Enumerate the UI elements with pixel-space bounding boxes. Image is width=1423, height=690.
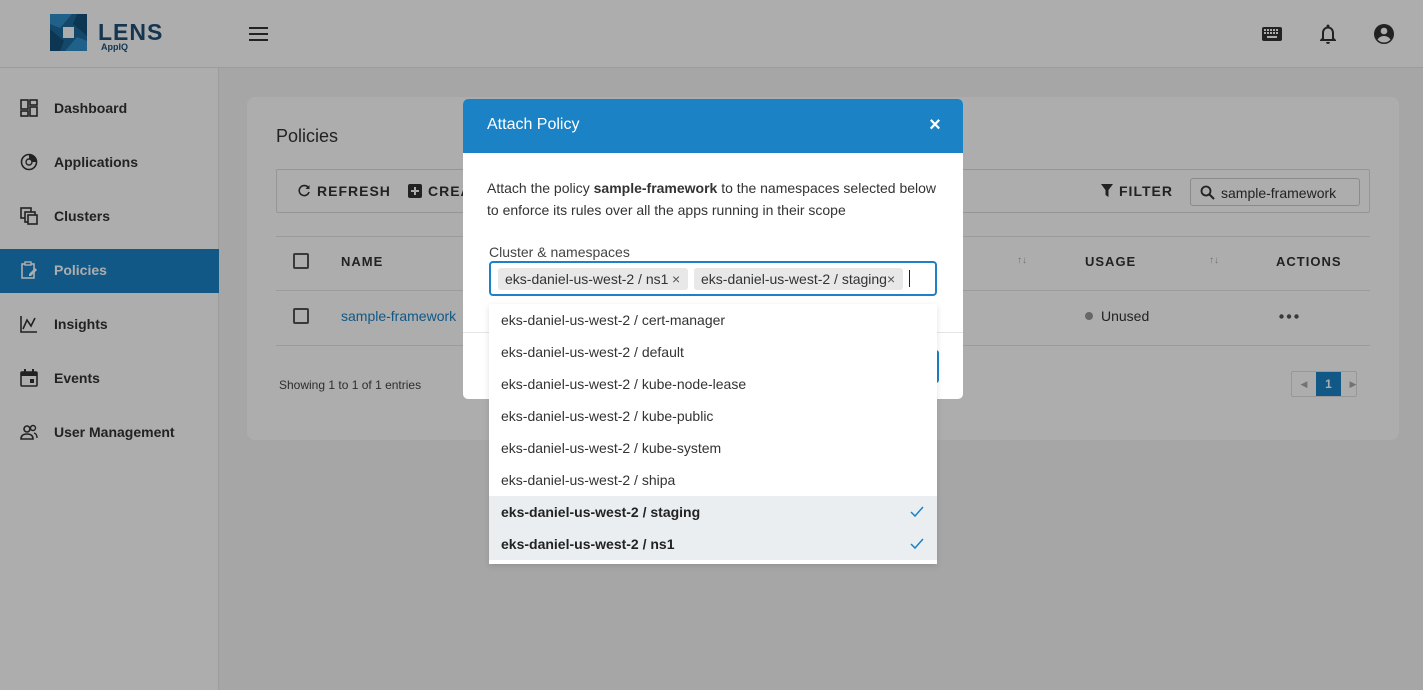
description-policy-name: sample-framework bbox=[593, 180, 718, 196]
dialog-header: Attach Policy × bbox=[463, 99, 963, 153]
chip-remove-icon[interactable]: × bbox=[887, 268, 895, 290]
dialog-description: Attach the policy sample-framework to th… bbox=[487, 177, 947, 221]
option-label: eks-daniel-us-west-2 / cert-manager bbox=[501, 312, 726, 328]
checkmark-icon bbox=[910, 538, 924, 550]
option-kube-public[interactable]: eks-daniel-us-west-2 / kube-public bbox=[489, 400, 937, 432]
close-icon[interactable]: × bbox=[927, 115, 943, 135]
dialog-title: Attach Policy bbox=[487, 116, 580, 133]
chip-label: eks-daniel-us-west-2 / staging bbox=[701, 271, 887, 287]
namespaces-multiselect[interactable]: eks-daniel-us-west-2 / ns1 × eks-daniel-… bbox=[489, 261, 937, 296]
text-cursor bbox=[909, 270, 910, 287]
option-label: eks-daniel-us-west-2 / shipa bbox=[501, 472, 676, 488]
option-staging[interactable]: eks-daniel-us-west-2 / staging bbox=[489, 496, 937, 528]
option-shipa[interactable]: eks-daniel-us-west-2 / shipa bbox=[489, 464, 937, 496]
option-label: eks-daniel-us-west-2 / ns1 bbox=[501, 536, 675, 552]
description-prefix: Attach the policy bbox=[487, 180, 594, 196]
option-label: eks-daniel-us-west-2 / kube-node-lease bbox=[501, 376, 747, 392]
namespaces-options-list: eks-daniel-us-west-2 / cert-manager eks-… bbox=[489, 304, 937, 564]
option-default[interactable]: eks-daniel-us-west-2 / default bbox=[489, 336, 937, 368]
option-cert-manager[interactable]: eks-daniel-us-west-2 / cert-manager bbox=[489, 304, 937, 336]
option-kube-node-lease[interactable]: eks-daniel-us-west-2 / kube-node-lease bbox=[489, 368, 937, 400]
selected-chip: eks-daniel-us-west-2 / ns1 × bbox=[498, 268, 688, 290]
option-label: eks-daniel-us-west-2 / staging bbox=[501, 504, 701, 520]
option-ns1[interactable]: eks-daniel-us-west-2 / ns1 bbox=[489, 528, 937, 560]
chip-label: eks-daniel-us-west-2 / ns1 bbox=[505, 271, 669, 287]
option-label: eks-daniel-us-west-2 / kube-public bbox=[501, 408, 714, 424]
selected-chip: eks-daniel-us-west-2 / staging × bbox=[694, 268, 903, 290]
chip-remove-icon[interactable]: × bbox=[672, 268, 680, 290]
checkmark-icon bbox=[910, 506, 924, 518]
option-kube-system[interactable]: eks-daniel-us-west-2 / kube-system bbox=[489, 432, 937, 464]
namespaces-field-label: Cluster & namespaces bbox=[489, 244, 630, 260]
option-label: eks-daniel-us-west-2 / kube-system bbox=[501, 440, 722, 456]
option-label: eks-daniel-us-west-2 / default bbox=[501, 344, 684, 360]
